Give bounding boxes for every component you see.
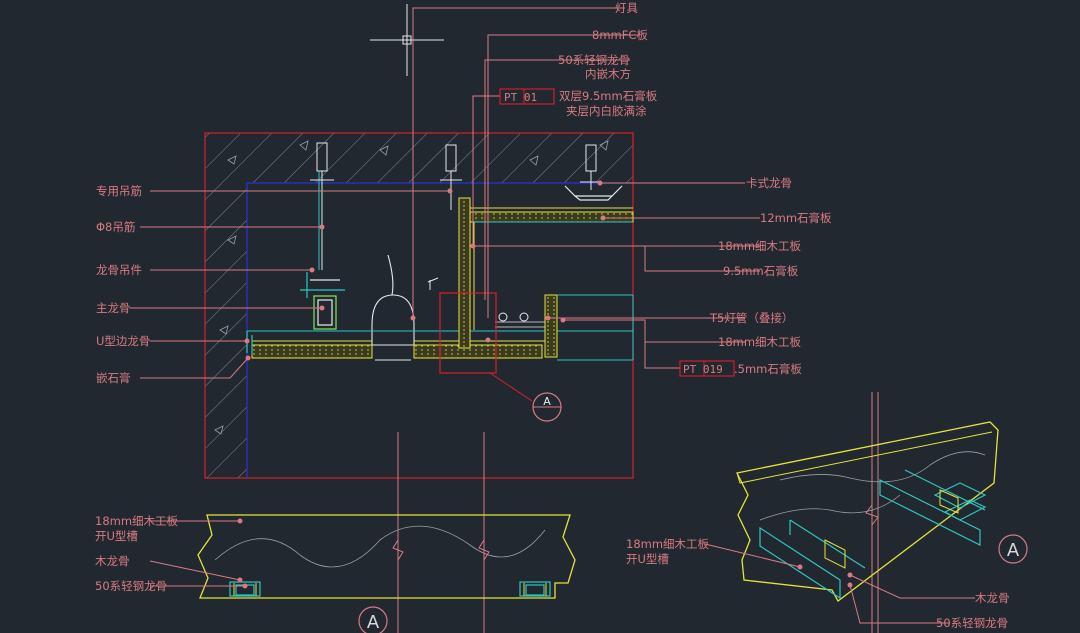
left-leader-dots <box>244 188 453 361</box>
section-frame <box>204 132 634 479</box>
label-blockboard-18a: 18mm细木工板 <box>718 239 802 253</box>
label-phi8-rod: Φ8吊筋 <box>96 220 135 234</box>
br-label-wood-keel: 木龙骨 <box>975 591 1010 605</box>
section-cut-lines <box>397 432 485 633</box>
tag-pt01-text: PT 01 <box>504 91 537 104</box>
label-keel-line2: 内嵌木方 <box>585 67 631 81</box>
br-section-marker: A <box>1007 540 1020 561</box>
bl-label-wood-keel: 木龙骨 <box>95 554 130 568</box>
br-label-board-line1: 18mm细木工板 <box>626 537 710 551</box>
label-keel-line1: 50系轻钢龙骨 <box>558 53 630 67</box>
right-annotations: 卡式龙骨 12mm石膏板 18mm细木工板 9.5mm石膏板 T5灯管（叠接） … <box>679 176 832 377</box>
lamp-fixture <box>371 254 415 361</box>
label-clip-keel: 卡式龙骨 <box>746 176 792 190</box>
label-hanger-rod: 专用吊筋 <box>96 184 142 198</box>
bottom-left-detail: 18mm细木工板 开U型槽 木龙骨 50系轻钢龙骨 A <box>95 514 576 633</box>
label-gypsum-line2: 夹层内白胶满涂 <box>566 104 647 118</box>
label-keel-hanger: 龙骨吊件 <box>96 263 142 277</box>
label-gypsum-line1: 双层9.5mm石膏板 <box>559 89 658 103</box>
detail-marker-label: A <box>543 395 551 408</box>
br-label-board-line2: 开U型槽 <box>626 552 669 566</box>
bl-label-board-line1: 18mm细木工板 <box>95 514 179 528</box>
concrete-structure <box>205 133 633 478</box>
label-pt019-gypsum: .5mm石膏板 <box>734 362 802 376</box>
label-lamp: 灯具 <box>615 1 638 15</box>
bottom-right-isometric-detail: 18mm细木工板 开U型槽 木龙骨 50系轻钢龙骨 A <box>626 392 1028 633</box>
label-gypsum-95: 9.5mm石膏板 <box>723 264 799 278</box>
left-annotations: 专用吊筋 Φ8吊筋 龙骨吊件 主龙骨 U型边龙骨 嵌石膏 <box>96 184 150 385</box>
ceiling-section-drawing: A 灯具 8mmFC板 50系轻钢龙骨 内嵌木方 PT 01 双层9.5mm石膏… <box>95 1 1028 633</box>
label-inlay-gypsum: 嵌石膏 <box>96 371 131 385</box>
bl-label-steel-keel: 50系轻钢龙骨 <box>95 579 167 593</box>
main-keel-assembly <box>300 272 345 330</box>
label-main-keel: 主龙骨 <box>96 301 131 315</box>
label-fc-board: 8mmFC板 <box>592 28 648 42</box>
label-u-edge-keel: U型边龙骨 <box>96 334 150 348</box>
cad-crosshair-icon <box>370 4 444 76</box>
bl-label-board-line2: 开U型槽 <box>95 529 138 543</box>
clip-keel <box>564 185 623 201</box>
tag-pt019-text: PT 019 <box>683 363 723 376</box>
detail-marker-circle: A <box>532 392 562 422</box>
bl-section-marker: A <box>367 612 380 633</box>
br-label-steel-keel: 50系轻钢龙骨 <box>936 616 1008 630</box>
label-t5-lamp: T5灯管（叠接） <box>709 311 793 325</box>
label-blockboard-18b: 18mm细木工板 <box>718 335 802 349</box>
label-gypsum-12: 12mm石膏板 <box>760 211 832 225</box>
right-leaders <box>473 182 760 369</box>
